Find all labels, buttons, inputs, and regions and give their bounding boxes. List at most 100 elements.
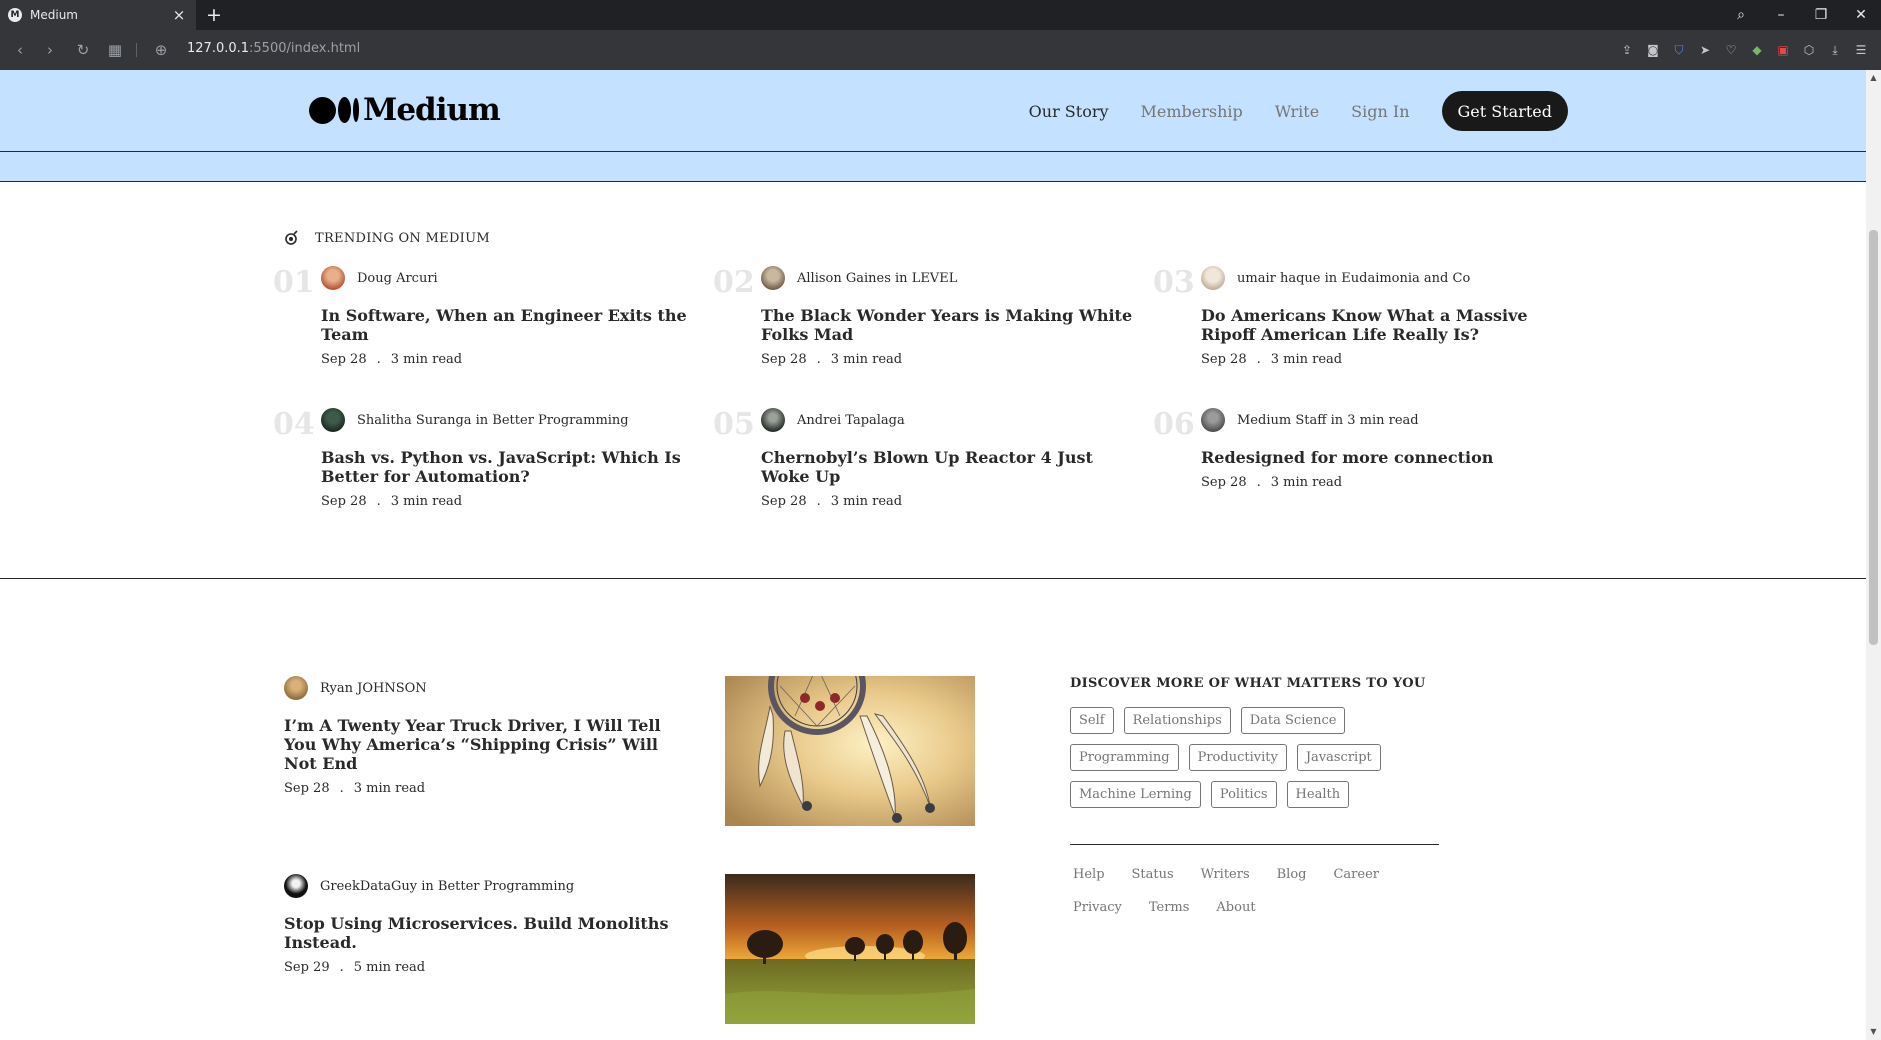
tag-machine-learning[interactable]: Machine Lerning [1070,781,1201,808]
scrollbar-thumb[interactable] [1869,230,1878,645]
post-date: Sep 28 [761,494,807,509]
read-time: 5 min read [353,960,426,975]
post-meta: Sep 28. 3 min read [1201,475,1576,490]
address-bar[interactable]: 127.0.0.1:5500/index.html [187,41,360,56]
avatar [284,874,308,898]
post-meta: Sep 28. 3 min read [761,494,1136,509]
author-name[interactable]: Doug Arcuri [357,271,438,286]
download-icon[interactable]: ⤓ [1825,40,1845,60]
medium-logo[interactable]: Medium [309,92,501,128]
post-date: Sep 28 [321,494,367,509]
tag-productivity[interactable]: Productivity [1188,744,1287,771]
post-meta: Sep 28. 3 min read [1201,352,1576,367]
post-title[interactable]: Stop Using Microservices. Build Monolith… [284,914,694,952]
tag-health[interactable]: Health [1286,781,1350,808]
post-card[interactable]: Ryan JOHNSON I’m A Twenty Year Truck Dri… [284,676,984,826]
medium-favicon-icon: M [8,8,22,22]
nav-our-story[interactable]: Our Story [1029,102,1109,121]
footer-links: Help Status Writers Blog Career Privacy … [1070,867,1439,933]
medium-logo-icon [309,96,359,124]
avatar [321,408,345,432]
get-started-button[interactable]: Get Started [1441,91,1568,131]
tag-relationships[interactable]: Relationships [1123,707,1231,734]
footer-privacy[interactable]: Privacy [1073,900,1122,915]
new-tab-button[interactable]: + [202,3,226,27]
nav-sign-in[interactable]: Sign In [1351,102,1409,121]
nav-membership[interactable]: Membership [1141,102,1243,121]
shield-icon[interactable]: ⛉ [1669,40,1689,60]
footer-blog[interactable]: Blog [1277,867,1307,882]
author-name[interactable]: Allison Gaines in LEVEL [797,271,957,286]
trending-title[interactable]: In Software, When an Engineer Exits the … [321,306,696,344]
trending-title[interactable]: Bash vs. Python vs. JavaScript: Which Is… [321,448,696,486]
browser-tab[interactable]: M Medium × [0,0,196,30]
tag-self[interactable]: Self [1070,707,1114,734]
heart-icon[interactable]: ♡ [1721,40,1741,60]
footer-about[interactable]: About [1216,900,1255,915]
search-tabs-icon[interactable]: ⌕ [1721,0,1761,30]
post-meta: Sep 28. 3 min read [761,352,1136,367]
footer-status[interactable]: Status [1132,867,1174,882]
footer-terms[interactable]: Terms [1149,900,1190,915]
author-name[interactable]: Ryan JOHNSON [320,681,427,696]
nav-write[interactable]: Write [1275,102,1319,121]
avatar [284,676,308,700]
author-name[interactable]: Andrei Tapalaga [797,413,905,428]
read-time: 3 min read [1270,475,1343,490]
forward-icon[interactable]: › [38,38,62,62]
post-date: Sep 28 [1201,475,1247,490]
post-date: Sep 28 [1201,352,1247,367]
back-icon[interactable]: ‹ [8,38,32,62]
tag-politics[interactable]: Politics [1210,781,1277,808]
trending-title[interactable]: Chernobyl’s Blown Up Reactor 4 Just Woke… [761,448,1136,486]
page-scrollbar[interactable]: ▲ ▼ [1866,70,1881,1040]
extension-icon[interactable]: ◆ [1747,40,1767,60]
meta-separator: . [339,960,344,975]
minimize-button[interactable]: – [1761,0,1801,30]
reload-icon[interactable]: ↻ [71,38,95,62]
trending-title[interactable]: The Black Wonder Years is Making White F… [761,306,1136,344]
read-time: 3 min read [1270,352,1343,367]
author-name[interactable]: umair haque in Eudaimonia and Co [1237,271,1470,286]
author-name[interactable]: GreekDataGuy in Better Programming [320,879,574,894]
trending-number: 05 [713,407,755,442]
scroll-up-icon[interactable]: ▲ [1868,73,1879,83]
post-card[interactable]: GreekDataGuy in Better Programming Stop … [284,874,984,1024]
restore-button[interactable]: ❐ [1801,0,1841,30]
toolbar-divider [136,43,137,57]
tag-list: Self Relationships Data Science Programm… [1070,707,1439,818]
camera-icon[interactable]: ◙ [1643,40,1663,60]
scroll-down-icon[interactable]: ▼ [1868,1027,1879,1037]
trending-label: TRENDING ON MEDIUM [315,230,490,246]
trending-title[interactable]: Do Americans Know What a Massive Ripoff … [1201,306,1576,344]
footer-career[interactable]: Career [1333,867,1379,882]
close-window-button[interactable]: ✕ [1841,0,1881,30]
pdf-icon[interactable]: ▣ [1773,40,1793,60]
tag-data-science[interactable]: Data Science [1240,707,1346,734]
header-band [0,152,1866,182]
close-tab-icon[interactable]: × [170,6,188,24]
post-date: Sep 29 [284,960,330,975]
send-icon[interactable]: ➤ [1695,40,1715,60]
browser-titlebar: M Medium × + ⌕ – ❐ ✕ [0,0,1881,30]
post-title[interactable]: I’m A Twenty Year Truck Driver, I Will T… [284,716,694,773]
avatar [1201,266,1225,290]
sunset-image[interactable] [725,874,975,1024]
trending-title[interactable]: Redesigned for more connection [1201,448,1576,467]
tab-grid-icon[interactable]: ▦ [103,38,127,62]
share-icon[interactable]: ⇪ [1617,40,1637,60]
meta-separator: . [339,781,344,796]
trending-number: 04 [273,407,315,442]
cube-icon[interactable]: ⬡ [1799,40,1819,60]
tag-programming[interactable]: Programming [1070,744,1179,771]
site-header: Medium Our Story Membership Write Sign I… [0,70,1866,152]
footer-help[interactable]: Help [1073,867,1105,882]
menu-icon[interactable]: ☰ [1851,40,1871,60]
page-viewport: Medium Our Story Membership Write Sign I… [0,70,1866,1040]
site-info-icon[interactable]: ⊕ [149,38,173,62]
author-name[interactable]: Medium Staff in 3 min read [1237,413,1419,428]
author-name[interactable]: Shalitha Suranga in Better Programming [357,413,629,428]
dreamcatcher-image[interactable] [725,676,975,826]
tag-javascript[interactable]: Javascript [1296,744,1381,771]
footer-writers[interactable]: Writers [1201,867,1250,882]
